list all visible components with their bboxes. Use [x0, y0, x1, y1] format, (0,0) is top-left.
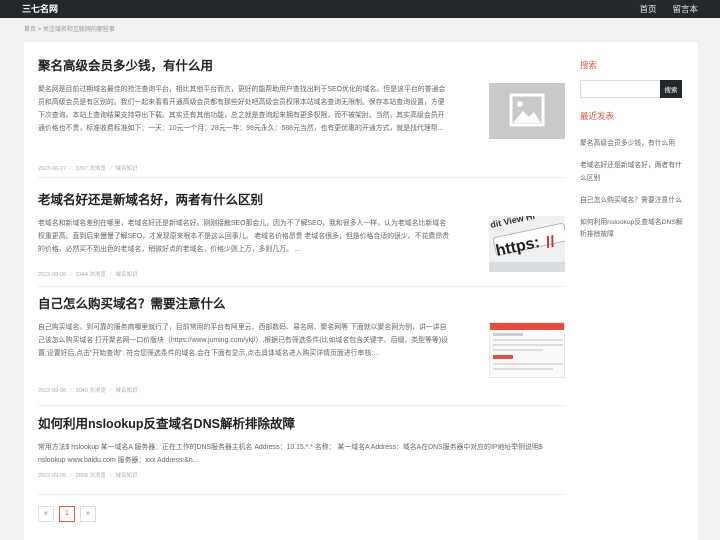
- prev-page-button[interactable]: «: [38, 506, 54, 522]
- post-list: 聚名高级会员多少钱，有什么用 聚名网是目前过期域名最佳的抢注查询平台，相比其他平…: [24, 42, 570, 540]
- post-title[interactable]: 老域名好还是新域名好，两者有什么区别: [38, 192, 565, 208]
- post-item: 老域名好还是新域名好，两者有什么区别 老域名和新域名差别在哪里，老域名好还是新域…: [38, 192, 565, 279]
- post-meta: 2022-09-06 / 3344 次浏览 / 域名知识: [38, 271, 138, 279]
- post-excerpt: 聚名网是目前过期域名最佳的抢注查询平台，相比其他平台而言，更好的能帮助用户查找出…: [38, 86, 446, 133]
- recent-post-link[interactable]: 如何利用nslookup反查域名DNS解析排除故障: [580, 217, 688, 242]
- post-title[interactable]: 如何利用nslookup反查域名DNS解析排除故障: [38, 416, 565, 432]
- search-heading: 搜索: [580, 60, 598, 70]
- recent-post-link[interactable]: 自己怎么购买域名？需要注意什么: [580, 195, 688, 208]
- site-logo[interactable]: 三七名网: [22, 3, 58, 15]
- recent-post-link[interactable]: 聚名高级会员多少钱，有什么用: [580, 138, 688, 151]
- post-thumbnail[interactable]: [489, 83, 565, 139]
- post-meta: 2023-06-27 / 3397 次浏览 / 域名知识: [38, 165, 138, 173]
- recent-posts-list: 聚名高级会员多少钱，有什么用 老域名好还是新域名好，两者有什么区别 自己怎么购买…: [580, 138, 688, 251]
- recent-posts-heading: 最近发表: [580, 111, 615, 121]
- main-nav: 首页 留言本: [639, 3, 698, 15]
- website-screenshot-icon: [490, 323, 564, 370]
- pagination: « 1 »: [38, 506, 96, 522]
- post-date: 2022-09-05: [38, 473, 67, 479]
- post-divider: [38, 177, 565, 178]
- post-category-link[interactable]: 域名知识: [115, 472, 137, 480]
- page-1-button[interactable]: 1: [59, 506, 75, 522]
- post-date: 2022-09-06: [38, 272, 67, 278]
- post-divider: [38, 286, 565, 287]
- post-thumbnail[interactable]: [489, 322, 565, 378]
- post-divider: [38, 494, 565, 495]
- post-category-link[interactable]: 域名知识: [115, 387, 137, 395]
- post-excerpt: 自己购买域名，到可靠的服务商哪里就行了，目前常用的平台有阿里云、西部数码、易名网…: [38, 324, 449, 358]
- post-views: 2858 次浏览: [75, 473, 106, 479]
- image-placeholder-icon: [509, 93, 545, 127]
- search-button[interactable]: 搜索: [660, 80, 682, 98]
- post-views: 3040 次浏览: [75, 388, 106, 394]
- post-item: 聚名高级会员多少钱，有什么用 聚名网是目前过期域名最佳的抢注查询平台，相比其他平…: [38, 58, 565, 173]
- next-page-button[interactable]: »: [80, 506, 96, 522]
- post-excerpt: 常用方法$ nslookup 某一域名A 服务器：正在工作的DNS服务器主机名 …: [38, 444, 543, 465]
- post-title[interactable]: 聚名高级会员多少钱，有什么用: [38, 58, 565, 74]
- post-views: 3344 次浏览: [75, 272, 106, 278]
- post-date: 2023-06-27: [38, 166, 67, 172]
- breadcrumb: 首页 > 关注域名和互联网的那些事: [24, 27, 115, 33]
- nav-home-link[interactable]: 首页: [639, 3, 656, 15]
- post-category-link[interactable]: 域名知识: [115, 165, 137, 173]
- https-url-thumbnail-icon: dit View Hi https: //: [489, 216, 565, 272]
- search-form: 搜索: [580, 80, 682, 98]
- top-bar: 三七名网 首页 留言本: [0, 0, 720, 18]
- post-meta: 2022-09-05 / 2858 次浏览 / 域名知识: [38, 472, 138, 480]
- post-meta: 2022-09-06 / 3040 次浏览 / 域名知识: [38, 387, 138, 395]
- post-item: 如何利用nslookup反查域名DNS解析排除故障 常用方法$ nslookup…: [38, 416, 565, 480]
- post-excerpt: 老域名和新域名差别在哪里，老域名好还是新域名好。刚刚接触SEO那会儿，因为不了解…: [38, 220, 450, 254]
- nav-guestbook-link[interactable]: 留言本: [672, 3, 698, 15]
- post-thumbnail[interactable]: dit View Hi https: //: [489, 216, 565, 272]
- post-item: 自己怎么购买域名？需要注意什么 自己购买域名，到可靠的服务商哪里就行了，目前常用…: [38, 296, 565, 395]
- post-category-link[interactable]: 域名知识: [115, 271, 137, 279]
- search-input[interactable]: [580, 80, 660, 98]
- post-date: 2022-09-06: [38, 388, 67, 394]
- post-title[interactable]: 自己怎么购买域名？需要注意什么: [38, 296, 565, 312]
- sidebar: 搜索 搜索 最近发表 聚名高级会员多少钱，有什么用 老域名好还是新域名好，两者有…: [570, 42, 698, 540]
- recent-post-link[interactable]: 老域名好还是新域名好，两者有什么区别: [580, 160, 688, 185]
- post-views: 3397 次浏览: [75, 166, 106, 172]
- post-divider: [38, 405, 565, 406]
